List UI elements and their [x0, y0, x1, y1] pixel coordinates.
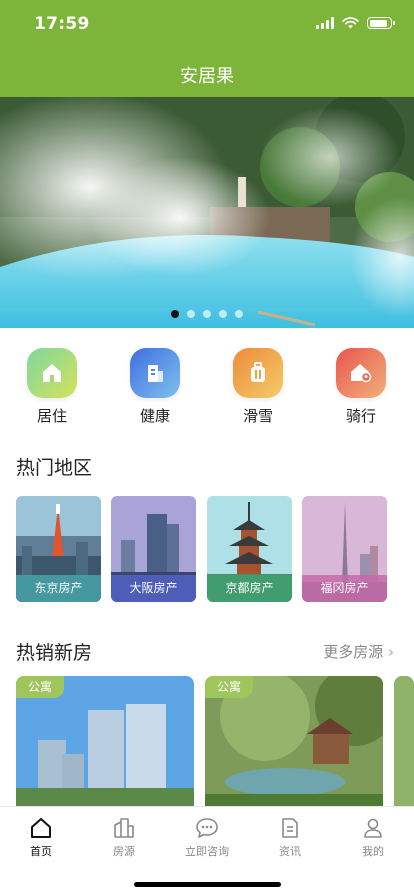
house-type-badge: 公寓 [16, 676, 65, 698]
category-living[interactable]: 居住 [17, 348, 87, 426]
tab-label: 房源 [113, 845, 135, 858]
carousel-dot[interactable] [203, 310, 211, 318]
building-icon [148, 365, 163, 382]
tab-label: 首页 [30, 845, 52, 858]
status-time: 17:59 [34, 14, 90, 34]
category-icon-bg [130, 348, 180, 398]
carousel-dot[interactable] [219, 310, 227, 318]
category-icon-bg [27, 348, 77, 398]
status-icons [316, 17, 395, 29]
region-card-tokyo[interactable]: 东京房产 [16, 496, 101, 602]
carousel-dots[interactable] [0, 310, 414, 318]
new-houses-list: 公寓 公寓 [16, 676, 414, 806]
region-label: 大阪房产 [111, 575, 196, 602]
category-cycling[interactable]: 骑行 [326, 348, 396, 426]
category-icon-bg [233, 348, 283, 398]
more-listings-label: 更多房源 [323, 643, 384, 661]
profile-icon [364, 818, 382, 838]
app-header: 17:59 安居果 [0, 0, 414, 97]
carousel-dot[interactable] [235, 310, 243, 318]
house-card[interactable]: 公寓 [16, 676, 194, 806]
category-icon-bg [336, 348, 386, 398]
tab-label: 立即咨询 [185, 845, 229, 858]
page-title: 安居果 [180, 66, 234, 87]
category-ski[interactable]: 滑雪 [223, 348, 293, 426]
carousel-dot[interactable] [187, 310, 195, 318]
house-card[interactable]: 公寓 [205, 676, 383, 806]
wifi-icon [342, 17, 359, 29]
banner-image [0, 97, 414, 328]
house-icon [43, 364, 61, 382]
category-label: 居住 [36, 407, 67, 425]
listings-icon [114, 818, 134, 838]
hot-regions-title: 热门地区 [16, 457, 93, 479]
chevron-right-icon: › [388, 643, 394, 661]
tab-label: 我的 [362, 845, 384, 858]
house-location-icon [351, 364, 372, 383]
region-card-fukuoka[interactable]: 福冈房产 [302, 496, 387, 602]
tab-label: 资讯 [279, 845, 301, 858]
chat-icon [196, 818, 218, 838]
region-card-kyoto[interactable]: 京都房产 [207, 496, 292, 602]
home-indicator [134, 882, 281, 887]
region-label: 福冈房产 [302, 575, 387, 602]
banner-carousel[interactable] [0, 97, 414, 328]
category-row: 居住 健康 滑雪 骑行 [0, 348, 414, 428]
signal-icon [316, 17, 334, 29]
carousel-dot[interactable] [171, 310, 179, 318]
tab-consult[interactable]: 立即咨询 [166, 815, 248, 859]
luggage-icon [251, 362, 265, 382]
home-icon [31, 818, 51, 838]
category-label: 滑雪 [242, 407, 273, 425]
tab-home[interactable]: 首页 [0, 815, 82, 859]
region-label: 东京房产 [16, 575, 101, 602]
category-health[interactable]: 健康 [120, 348, 190, 426]
region-label: 京都房产 [207, 575, 292, 602]
tab-bar: 首页 房源 立即咨询 资讯 我的 [0, 806, 414, 896]
more-listings-link[interactable]: 更多房源 › [323, 641, 394, 662]
house-card-peek[interactable] [394, 676, 414, 806]
new-houses-title: 热销新房 [16, 642, 93, 664]
category-label: 骑行 [345, 407, 376, 425]
news-icon [282, 818, 298, 838]
house-type-badge: 公寓 [205, 676, 254, 698]
region-card-osaka[interactable]: 大阪房产 [111, 496, 196, 602]
hot-regions-list: 东京房产 大阪房产 京都房产 福冈房产 [16, 496, 414, 602]
battery-icon [367, 17, 395, 29]
tab-profile[interactable]: 我的 [332, 815, 414, 859]
tab-listings[interactable]: 房源 [83, 815, 165, 859]
category-label: 健康 [139, 407, 170, 425]
tab-news[interactable]: 资讯 [249, 815, 331, 859]
